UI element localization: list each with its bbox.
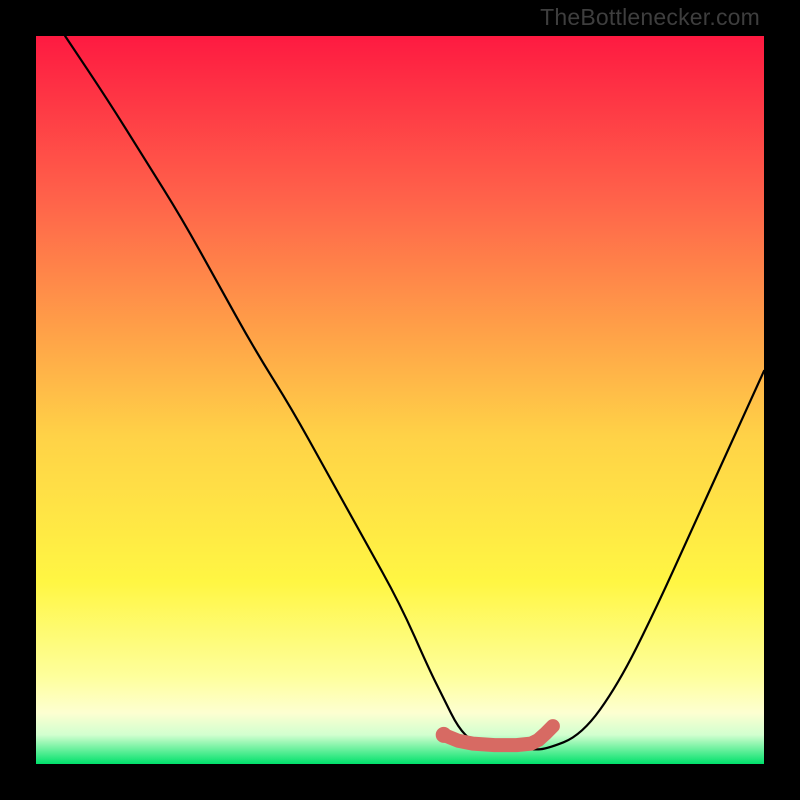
highlight-dot: [436, 727, 452, 743]
chart-frame: TheBottlenecker.com: [0, 0, 800, 800]
chart-svg: [36, 36, 764, 764]
plot-area: [36, 36, 764, 764]
gradient-background: [36, 36, 764, 764]
watermark: TheBottlenecker.com: [540, 4, 760, 31]
